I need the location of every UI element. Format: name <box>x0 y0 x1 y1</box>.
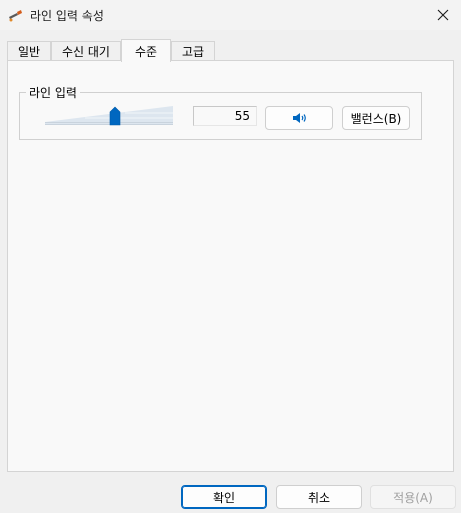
tab-listen-label: 수신 대기 <box>62 45 110 59</box>
close-icon <box>437 9 449 21</box>
title-bar: 라인 입력 속성 <box>0 0 461 30</box>
ok-button[interactable]: 확인 <box>181 485 267 509</box>
tab-advanced[interactable]: 고급 <box>171 41 215 61</box>
balance-button[interactable]: 밸런스(B) <box>342 106 410 130</box>
line-input-group-label: 라인 입력 <box>26 84 80 101</box>
tab-advanced-label: 고급 <box>181 45 205 59</box>
tab-listen[interactable]: 수신 대기 <box>51 41 121 61</box>
mute-button[interactable] <box>265 106 333 130</box>
tab-levels[interactable]: 수준 <box>121 39 171 62</box>
volume-slider-thumb[interactable] <box>109 106 121 126</box>
tab-levels-label: 수준 <box>134 44 158 59</box>
volume-level-field[interactable]: 55 <box>193 106 257 126</box>
volume-slider[interactable] <box>45 104 173 126</box>
window-title: 라인 입력 속성 <box>30 9 104 23</box>
audio-jack-icon <box>9 10 22 22</box>
tab-general-label: 일반 <box>17 45 41 59</box>
apply-button-label: 적용(A) <box>393 490 433 505</box>
speaker-icon <box>293 113 306 123</box>
cancel-button-label: 취소 <box>307 490 331 505</box>
tab-general[interactable]: 일반 <box>7 41 51 61</box>
cancel-button[interactable]: 취소 <box>276 485 362 509</box>
balance-button-label: 밸런스(B) <box>350 111 402 126</box>
ok-button-label: 확인 <box>212 490 236 505</box>
apply-button: 적용(A) <box>370 485 456 509</box>
close-button[interactable] <box>430 2 456 28</box>
